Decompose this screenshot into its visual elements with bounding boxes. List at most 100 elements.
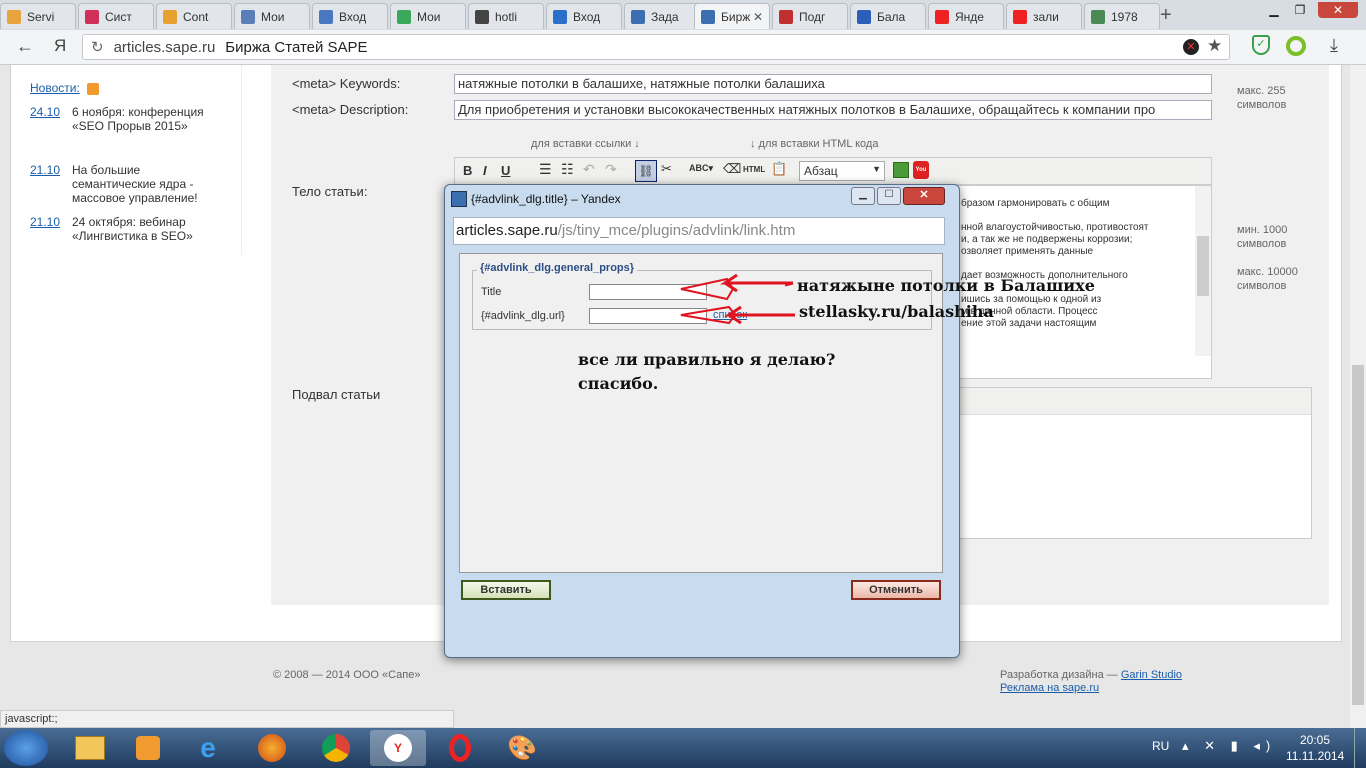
description-input[interactable]: Для приобретения и установки высококачес… [454,100,1212,120]
paint-icon[interactable]: 🎨 [494,730,550,766]
back-icon[interactable]: ← [16,36,34,57]
tab-10[interactable]: Бирж ✕ [694,3,770,29]
extension-icon[interactable] [1286,36,1306,56]
html-icon[interactable]: HTML [743,165,765,174]
omnibox[interactable]: ↻ articles.sape.ru Биржа Статей SAPE ✕ ★ [82,34,1230,60]
tab-4[interactable]: Мои [234,3,310,29]
firefox-icon[interactable] [244,730,300,766]
tab-strip: Servi Сист Cont Мои Вход Мои hotli Вход Зада Бирж… [0,0,1366,31]
tab-label: Вход [339,9,367,24]
ad-link[interactable]: Реклама на sape.ru [1000,682,1099,694]
tab-8[interactable]: Вход [546,3,622,29]
news-date-link[interactable]: 21.10 [30,215,60,229]
start-button[interactable] [4,730,48,766]
page-scrollbar[interactable] [1350,65,1366,728]
tab-2[interactable]: Сист [78,3,154,29]
garin-studio-link[interactable]: Garin Studio [1121,669,1182,681]
news-date-link[interactable]: 24.10 [30,105,60,119]
maximize-button[interactable]: ❐ [1288,2,1312,18]
star-icon[interactable]: ★ [1207,36,1222,56]
tab-label: Зада [651,9,679,24]
clock-date[interactable]: 11.11.2014 [1286,749,1344,763]
page-scroll-thumb[interactable] [1352,365,1364,705]
shield-icon[interactable]: ✓ [1252,35,1270,55]
title-annotation: натяжыне потолки в Балашихе [797,276,1095,295]
chevron-down-icon: ▼ [872,164,881,174]
stop-icon[interactable]: ✕ [1183,39,1199,55]
copyright: © 2008 — 2014 ООО «Сапе» [273,669,421,681]
download-icon[interactable]: ⤓ [1330,35,1338,56]
explorer-icon[interactable] [62,730,118,766]
language-indicator[interactable]: RU [1152,739,1169,753]
news-date-link[interactable]: 21.10 [30,163,60,177]
minimize-button[interactable]: ▁ [1262,2,1286,18]
close-window-button[interactable]: ✕ [1318,2,1358,18]
tab-11[interactable]: Подг [772,3,848,29]
rss-icon[interactable] [87,82,100,95]
tab-1[interactable]: Servi [0,3,76,29]
question-line2: спасибо. [578,374,659,393]
tab-label: Янде [955,9,984,24]
editor-text-line: нной влагоустойчивостью, противостоят [961,222,1149,233]
tab-9[interactable]: Зада [624,3,700,29]
tab-label: Бала [877,9,906,24]
html-insert-hint: ↓ для вставки HTML кода [750,138,879,150]
italic-button[interactable]: I [483,163,487,178]
yandex-icon [1013,9,1027,24]
github-icon [475,9,489,24]
link-icon[interactable]: ⛓ [635,160,657,182]
news-link[interactable]: Новости: [30,81,80,95]
chrome-icon[interactable] [308,730,364,766]
tab-label: 1978 [1111,9,1138,24]
keywords-input[interactable]: натяжные потолки в балашихе, натяжные по… [454,74,1212,94]
youtube-icon[interactable]: You [913,161,929,179]
tab-14[interactable]: зали [1006,3,1082,29]
paste-icon[interactable]: 📋 [771,161,787,177]
keywords-label: <meta> Keywords: [292,76,401,91]
underline-button[interactable]: U [501,163,510,178]
redo-icon[interactable]: ↷ [605,161,617,178]
yandex-browser-icon[interactable]: Y [370,730,426,766]
yandex-logo[interactable]: Я [54,36,66,56]
show-desktop-button[interactable] [1354,728,1366,768]
opera-icon[interactable] [432,730,488,766]
tab-7[interactable]: hotli [468,3,544,29]
new-tab-button[interactable]: + [1160,4,1172,27]
tab-6[interactable]: Мои [390,3,466,29]
news-text: На большие семантические ядра - массовое… [72,163,198,205]
image-icon[interactable] [893,162,909,178]
tab-15[interactable]: 1978 [1084,3,1160,29]
format-select[interactable]: Абзац ▼ [799,161,885,181]
eraser-icon[interactable]: ⌫ [723,161,741,177]
body-label: Тело статьи: [292,184,368,199]
tray-icons[interactable]: ▴ ✕ ▮ ◂) [1182,738,1276,754]
reload-icon[interactable]: ↻ [91,38,104,56]
clock-time[interactable]: 20:05 [1300,733,1330,747]
mail-icon [319,9,333,24]
keywords-hint: макс. 255 символов [1237,85,1287,111]
bullet-list-icon[interactable]: ☰ [539,161,552,178]
tab-label: Подг [799,9,826,24]
editor-text-line [961,258,1149,270]
numbered-list-icon[interactable]: ☷ [561,161,574,178]
grid-icon [701,9,715,24]
tab-5[interactable]: Вход [312,3,388,29]
tab-13[interactable]: Янде [928,3,1004,29]
news-header: Новости: [30,81,100,95]
spellcheck-icon[interactable]: ABC▾ [689,163,713,174]
tab-3[interactable]: Cont [156,3,232,29]
tab-label: Мои [417,9,441,24]
tab-12[interactable]: Бала [850,3,926,29]
editor-scrollbar[interactable] [1195,186,1211,356]
media-player-icon[interactable] [120,730,176,766]
unlink-icon[interactable]: ✂ [661,161,672,177]
ie-icon[interactable]: e [180,730,236,766]
photo-icon [1091,9,1105,24]
close-tab-icon[interactable]: ✕ [753,10,763,24]
editor-scroll-thumb[interactable] [1197,236,1209,296]
bold-button[interactable]: B [463,163,472,178]
annotation-arrows [680,273,795,325]
link-dialog: {#advlink_dlg.title} – Yandex ▁ ☐ ✕ arti… [444,184,1095,658]
tab-label: Вход [573,9,601,24]
undo-icon[interactable]: ↶ [583,161,595,178]
